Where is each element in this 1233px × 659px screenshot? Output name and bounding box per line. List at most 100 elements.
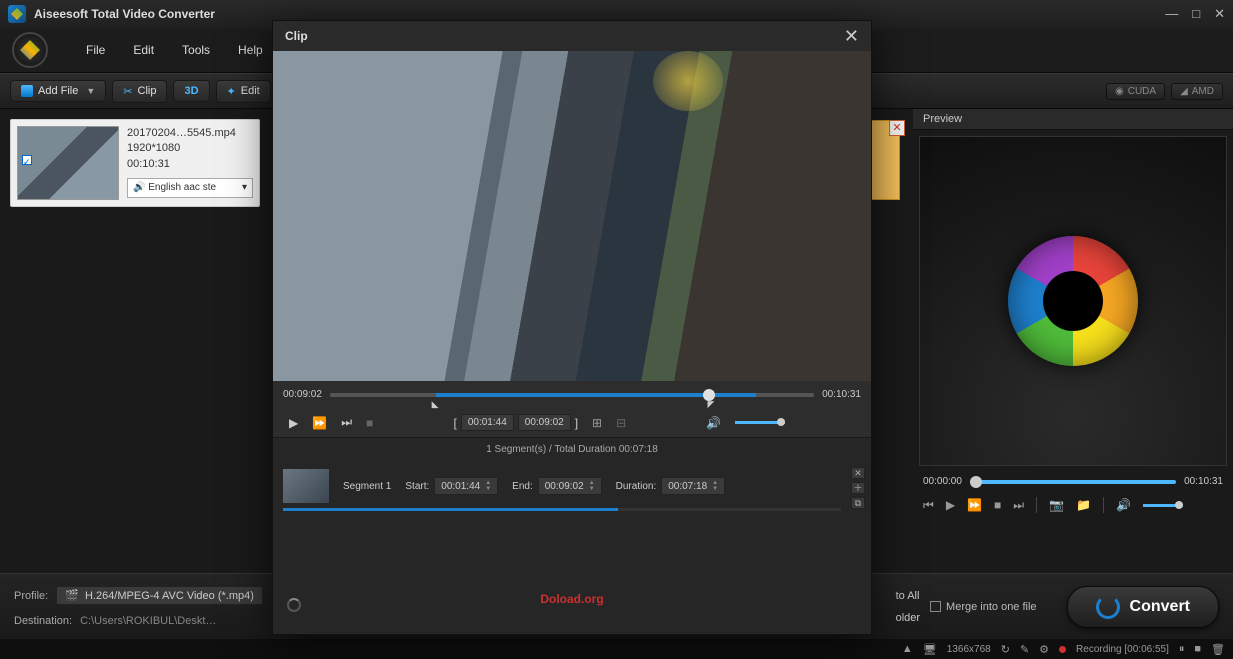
watermark-text: Doload.org [540,592,603,606]
play-button[interactable]: ▶ [946,498,955,512]
segment-start-label: Start: [405,481,429,492]
add-file-label: Add File [38,85,78,97]
menu-help[interactable]: Help [238,43,263,57]
app-title: Aiseesoft Total Video Converter [34,7,215,21]
snapshot-button[interactable]: 📷 [1049,498,1064,512]
tray-expand-icon[interactable]: ▲ [902,643,913,655]
bracket-start-time: 00:01:44 [461,414,514,431]
tray-refresh-icon[interactable]: ↻ [1001,643,1010,656]
segment-add-button[interactable]: ＋ [851,482,865,494]
tray-settings-icon[interactable]: ⚙ [1039,643,1049,656]
clip-step-button[interactable]: ⏭ [341,415,352,430]
convert-button[interactable]: Convert [1067,586,1219,628]
busy-spinner-icon [287,598,301,612]
file-name: 20170204…5545.mp4 [127,126,253,141]
segment-name: Segment 1 [343,481,391,492]
apply-to-all-button[interactable]: to All [896,590,920,602]
app-logo-icon [8,5,26,23]
destination-label: Destination: [14,615,72,627]
file-checkbox[interactable] [22,155,32,165]
preview-time-end: 00:10:31 [1184,476,1223,487]
clip-video-preview [273,51,871,381]
tray-recording-text: Recording [00:06:55] [1076,644,1169,655]
tray-edit-icon[interactable]: ✎ [1020,643,1029,656]
file-thumbnail [17,126,119,200]
menu-tools[interactable]: Tools [182,43,210,57]
edit-button[interactable]: ✦Edit [216,80,271,103]
maximize-button[interactable]: □ [1192,6,1200,22]
tray-delete-icon[interactable]: 🗑 [1211,643,1225,656]
close-button[interactable]: ✕ [1214,6,1225,22]
clip-timeline[interactable]: ◣ ◤ [330,393,814,397]
profile-dropdown[interactable]: 🎬H.264/MPEG-4 AVC Video (*.mp4) [56,586,263,605]
segment-duration-spinner[interactable]: 00:07:18 ▲▼ [661,477,725,495]
file-item[interactable]: 20170204…5545.mp4 1920*1080 00:10:31 🔊 E… [10,119,260,207]
clip-end-marker-icon[interactable]: ◤ [708,399,715,410]
preview-seek-slider[interactable] [970,480,1176,484]
open-output-folder-button[interactable]: older [896,612,920,624]
clip-play-button[interactable]: ▶ [289,416,298,430]
add-file-button[interactable]: Add File▼ [10,80,106,102]
menu-file[interactable]: File [86,43,105,57]
preview-viewport [919,136,1227,466]
queued-item-remove[interactable]: ✕ [889,120,905,136]
merge-clip-button[interactable]: ⊟ [616,416,626,430]
segment-thumbnail [283,469,329,503]
merge-checkbox[interactable]: Merge into one file [930,601,1037,613]
fast-forward-button[interactable]: ⏩ [967,498,982,512]
minimize-button[interactable]: — [1165,6,1178,22]
tray-stop-icon[interactable]: ■ [1194,643,1201,655]
segment-remove-button[interactable]: ✕ [851,467,865,479]
profile-label: Profile: [14,590,48,602]
clip-time-current: 00:09:02 [283,389,322,400]
set-end-bracket-button[interactable]: ] [575,416,578,430]
clip-dialog-close-button[interactable]: ✕ [844,26,859,47]
segment-end-label: End: [512,481,533,492]
file-list: 20170204…5545.mp4 1920*1080 00:10:31 🔊 E… [0,109,270,574]
segment-start-spinner[interactable]: 00:01:44 ▲▼ [434,477,498,495]
clip-start-marker-icon[interactable]: ◣ [432,399,439,410]
threed-label: 3D [184,85,198,97]
preview-panel: Preview 00:00:00 00:10:31 ⏮ ▶ ⏩ ■ ⏭ 📷 📁 … [913,109,1233,574]
preview-time-start: 00:00:00 [923,476,962,487]
recording-indicator-icon [1059,646,1066,653]
prev-button[interactable]: ⏮ [923,498,934,513]
file-resolution: 1920*1080 [127,141,253,156]
destination-path: C:\Users\ROKIBUL\Deskt… [80,615,216,627]
segment-end-spinner[interactable]: 00:09:02 ▲▼ [538,477,602,495]
edit-label: Edit [241,85,260,97]
set-start-bracket-button[interactable]: [ [453,416,456,430]
cuda-badge[interactable]: ◉ CUDA [1106,83,1165,100]
stop-button[interactable]: ■ [994,498,1001,512]
volume-icon[interactable]: 🔊 [1116,498,1131,512]
clip-dialog: Clip ✕ 00:09:02 ◣ ◤ 00:10:31 ▶ ⏩ ⏭ ■ [ 0… [272,20,872,635]
segment-duration-label: Duration: [616,481,657,492]
bracket-end-time: 00:09:02 [518,414,571,431]
tray-screen-icon[interactable]: 🖥 [923,643,937,656]
threed-button[interactable]: 3D [173,80,209,102]
tray-resolution: 1366x768 [947,644,991,655]
preview-header: Preview [913,109,1233,130]
brand-logo-icon [12,32,48,68]
open-folder-button[interactable]: 📁 [1076,498,1091,512]
clip-volume-slider[interactable] [735,421,785,424]
segments-summary: 1 Segment(s) / Total Duration 00:07:18 [273,437,871,461]
clip-button[interactable]: Clip [112,80,167,103]
split-button[interactable]: ⊞ [592,416,602,430]
clip-dialog-title: Clip [285,29,308,43]
volume-slider[interactable] [1143,504,1183,507]
audio-track-dropdown[interactable]: 🔊 English aac ste▾ [127,178,253,198]
system-tray: ▲ 🖥 1366x768 ↻ ✎ ⚙ Recording [00:06:55] … [0,639,1233,659]
file-duration: 00:10:31 [127,157,253,172]
amd-badge[interactable]: ◢ AMD [1171,83,1223,100]
next-button[interactable]: ⏭ [1013,498,1024,513]
segment-row[interactable]: Segment 1 Start: 00:01:44 ▲▼ End: 00:09:… [273,461,871,511]
menu-edit[interactable]: Edit [133,43,154,57]
clip-volume-icon[interactable]: 🔊 [706,416,721,430]
tray-pause-icon[interactable]: ⏸ [1179,643,1185,656]
clip-ff-button[interactable]: ⏩ [312,416,327,430]
clip-time-total: 00:10:31 [822,389,861,400]
clip-stop-button[interactable]: ■ [366,416,373,430]
aperture-logo-icon [1008,236,1138,366]
segment-copy-button[interactable]: ⧉ [851,497,865,509]
